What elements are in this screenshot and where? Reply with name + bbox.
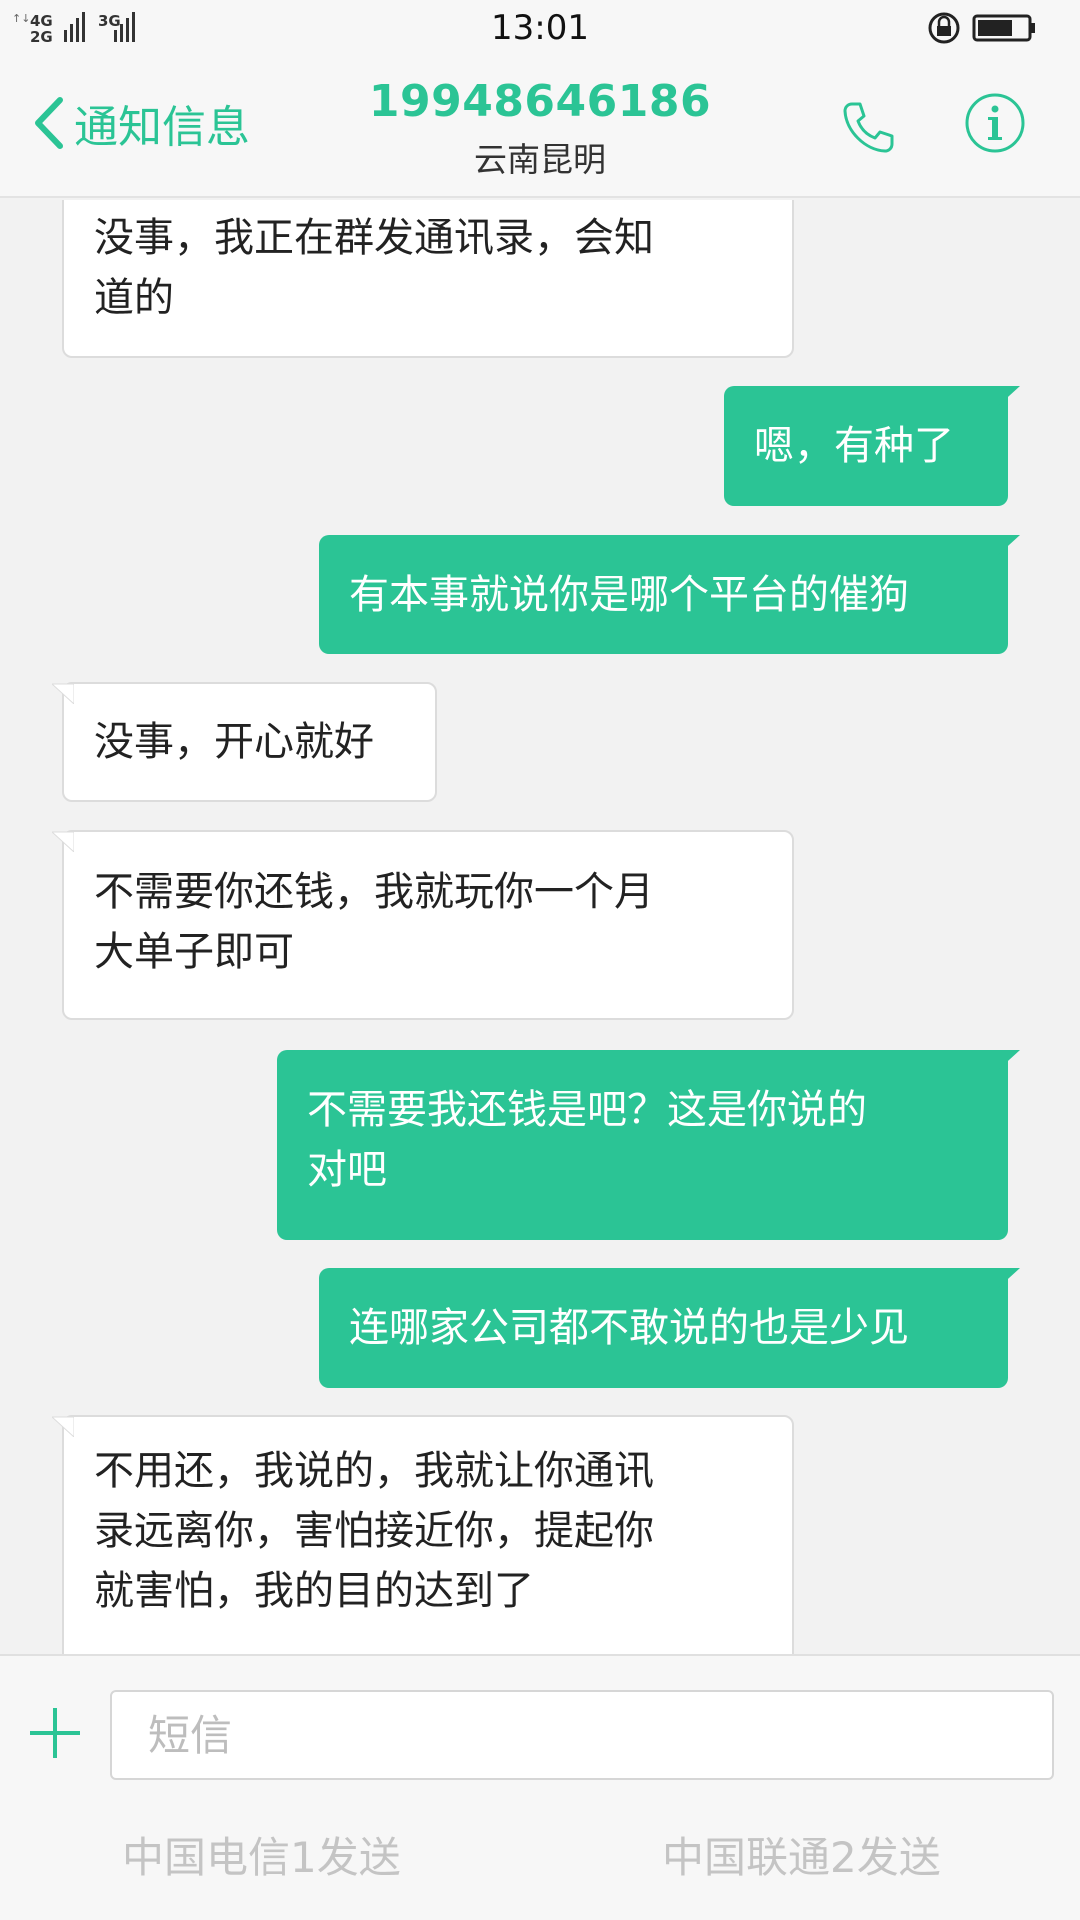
- message-line: 嗯，有种了: [754, 423, 954, 469]
- plus-icon: [30, 1708, 80, 1758]
- bubble-tail: [998, 386, 1020, 406]
- composer-bar: 中国电信1发送 中国联通2发送: [0, 1654, 1080, 1920]
- message-line: 有本事就说你是哪个平台的催狗: [349, 572, 909, 618]
- bubble-tail: [998, 535, 1020, 555]
- conversation-header: 通知信息 19948646186 云南昆明: [0, 58, 1080, 198]
- message-line: 就害怕，我的目的达到了: [94, 1568, 534, 1614]
- rotation-lock-icon: [928, 12, 960, 44]
- message-line: 不需要你还钱，我就玩你一个月: [94, 869, 654, 915]
- message-line: 录远离你，害怕接近你，提起你: [94, 1508, 654, 1554]
- battery-icon: [972, 14, 1035, 42]
- message-line: 连哪家公司都不敢说的也是少见: [349, 1305, 909, 1351]
- chevron-left-icon: [35, 97, 63, 149]
- add-attachment-button[interactable]: [26, 1704, 84, 1762]
- bubble-tail: [52, 831, 74, 852]
- message-incoming[interactable]: 没事，我正在群发通讯录，会知 道的: [62, 200, 794, 358]
- message-incoming[interactable]: 不用还，我说的，我就让你通讯 录远离你，害怕接近你，提起你 就害怕，我的目的达到…: [52, 1415, 794, 1654]
- message-outgoing[interactable]: 连哪家公司都不敢说的也是少见: [319, 1268, 1020, 1388]
- send-sim1-button[interactable]: 中国电信1发送: [122, 1824, 401, 1885]
- back-button[interactable]: 通知信息: [30, 88, 250, 158]
- message-list[interactable]: 没事，我正在群发通讯录，会知 道的 嗯，有种了 有本事就说你是哪个平台的催狗 没…: [0, 200, 1080, 1654]
- info-icon: [965, 93, 1025, 153]
- phone-icon: [843, 102, 894, 153]
- sms-conversation-screen: ↑↓ 4G 2G 3G 13:01 通知信息 19948646186 云南昆明 …: [0, 0, 1080, 1920]
- bubble-tail: [998, 1050, 1020, 1070]
- status-bar: ↑↓ 4G 2G 3G 13:01: [0, 0, 1080, 58]
- bubble-tail: [52, 683, 74, 704]
- sms-input[interactable]: [110, 1690, 1054, 1780]
- bubble-tail: [998, 1268, 1020, 1288]
- message-line: 没事，我正在群发通讯录，会知: [94, 215, 654, 261]
- message-line: 没事，开心就好: [94, 719, 374, 765]
- message-incoming[interactable]: 不需要你还钱，我就玩你一个月 大单子即可: [52, 830, 794, 1020]
- message-incoming[interactable]: 没事，开心就好: [52, 682, 437, 802]
- message-line: 道的: [94, 275, 174, 321]
- call-button[interactable]: [838, 98, 898, 158]
- message-outgoing[interactable]: 有本事就说你是哪个平台的催狗: [319, 535, 1020, 654]
- contact-location: 云南昆明: [474, 140, 606, 179]
- back-label: 通知信息: [74, 102, 250, 153]
- message-line: 大单子即可: [94, 929, 294, 975]
- message-line: 不用还，我说的，我就让你通讯: [94, 1448, 654, 1494]
- message-outgoing[interactable]: 不需要我还钱是吧？这是你说的 对吧: [277, 1050, 1020, 1240]
- message-outgoing[interactable]: 嗯，有种了: [724, 386, 1020, 506]
- info-button[interactable]: [964, 92, 1026, 154]
- status-time: 13:01: [491, 8, 589, 48]
- contact-number: 19948646186: [368, 76, 712, 127]
- contact-info: 19948646186 云南昆明: [340, 76, 740, 181]
- message-line: 对吧: [307, 1147, 387, 1193]
- send-sim2-button[interactable]: 中国联通2发送: [662, 1824, 941, 1885]
- status-right: [928, 8, 1058, 48]
- message-line: 不需要我还钱是吧？这是你说的: [307, 1087, 867, 1133]
- bubble-tail: [52, 1416, 74, 1437]
